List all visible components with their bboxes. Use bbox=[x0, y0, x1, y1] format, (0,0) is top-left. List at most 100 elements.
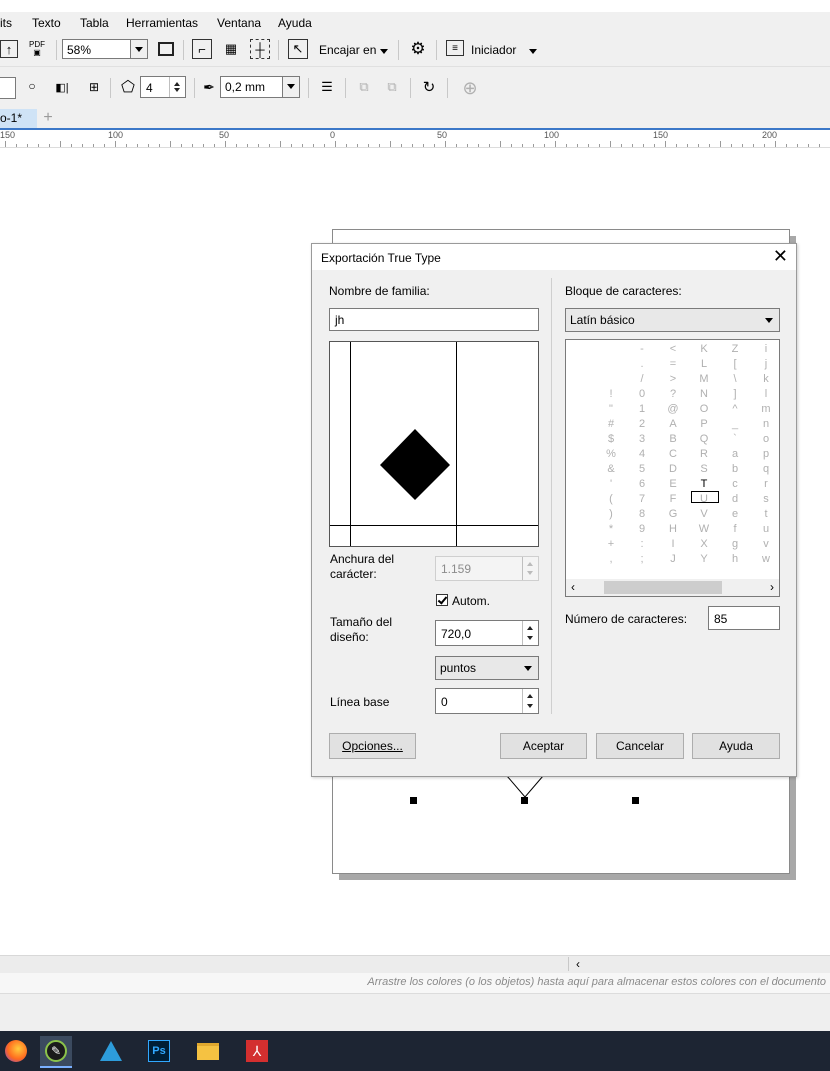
char-cell[interactable]: - bbox=[633, 342, 651, 357]
char-cell[interactable]: ! bbox=[602, 387, 620, 402]
scroll-left-icon[interactable]: ‹ bbox=[571, 580, 575, 594]
char-cell[interactable]: ( bbox=[602, 492, 620, 507]
menu-text[interactable]: Texto bbox=[32, 16, 61, 30]
add-icon[interactable]: ⊕ bbox=[460, 78, 480, 98]
char-cell[interactable]: V bbox=[695, 507, 713, 522]
baseline-spinner[interactable] bbox=[522, 689, 538, 713]
char-cell[interactable]: R bbox=[695, 447, 713, 462]
outline-width-combo[interactable]: 0,2 mm bbox=[220, 76, 300, 98]
horizontal-ruler[interactable]: 150 100 50 0 50 100 150 200 bbox=[0, 130, 830, 148]
character-grid[interactable]: ! " # $% & '() * +, -./0 1 2 3 4 5 6 7 8 9:; < = >? @ A B C D E F G H… bbox=[565, 339, 780, 597]
char-cell[interactable]: 3 bbox=[633, 432, 651, 447]
char-cell[interactable]: v bbox=[757, 537, 775, 552]
char-cell[interactable]: T bbox=[695, 477, 713, 492]
char-width-input[interactable]: 1.159 bbox=[435, 556, 539, 581]
chevron-down-icon[interactable] bbox=[529, 49, 537, 54]
palette-drop-area[interactable]: Arrastre los colores (o los objetos) has… bbox=[0, 973, 830, 993]
zoom-combo[interactable]: 58% bbox=[62, 39, 148, 59]
char-cell[interactable]: : bbox=[633, 537, 651, 552]
char-cell[interactable] bbox=[571, 477, 589, 492]
char-cell[interactable]: 5 bbox=[633, 462, 651, 477]
scroll-left-icon[interactable]: ‹ bbox=[568, 957, 587, 971]
char-cell[interactable]: P bbox=[695, 417, 713, 432]
file-explorer-icon[interactable] bbox=[192, 1036, 224, 1066]
char-cell[interactable] bbox=[571, 402, 589, 417]
char-cell[interactable]: N bbox=[695, 387, 713, 402]
char-cell[interactable]: B bbox=[664, 432, 682, 447]
menu-window[interactable]: Ventana bbox=[217, 16, 261, 30]
char-cell[interactable]: K bbox=[695, 342, 713, 357]
char-cell[interactable] bbox=[571, 507, 589, 522]
design-size-spinner[interactable] bbox=[522, 621, 538, 645]
char-cell[interactable]: w bbox=[757, 552, 775, 567]
cancel-button[interactable]: Cancelar bbox=[596, 733, 684, 759]
document-tab[interactable]: o-1* bbox=[0, 109, 37, 128]
polygon-sides-spinner[interactable] bbox=[169, 77, 185, 97]
ok-button[interactable]: Aceptar bbox=[500, 733, 587, 759]
export-icon[interactable]: ↑ bbox=[0, 40, 18, 58]
char-cell[interactable]: 4 bbox=[633, 447, 651, 462]
char-grid-scrollbar[interactable]: ‹ › bbox=[566, 579, 779, 596]
acrobat-icon[interactable]: ⅄ bbox=[241, 1036, 273, 1066]
chevron-down-icon[interactable] bbox=[282, 77, 299, 97]
char-width-spinner[interactable] bbox=[522, 557, 538, 580]
char-cell[interactable]: J bbox=[664, 552, 682, 567]
char-cell[interactable]: F bbox=[664, 492, 682, 507]
snap-to-label[interactable]: Encajar en bbox=[319, 43, 376, 57]
char-cell[interactable]: ` bbox=[726, 432, 744, 447]
launcher-icon[interactable]: ≡ bbox=[446, 40, 464, 56]
menu-tools[interactable]: Herramientas bbox=[126, 16, 198, 30]
char-cell[interactable] bbox=[571, 552, 589, 567]
auto-checkbox[interactable] bbox=[436, 594, 448, 606]
launcher-label[interactable]: Iniciador bbox=[471, 43, 516, 57]
char-cell[interactable]: I bbox=[664, 537, 682, 552]
char-cell[interactable] bbox=[571, 387, 589, 402]
char-cell[interactable]: , bbox=[602, 552, 620, 567]
char-cell[interactable]: i bbox=[757, 342, 775, 357]
close-icon[interactable]: ✕ bbox=[773, 246, 788, 267]
char-cell[interactable]: n bbox=[757, 417, 775, 432]
char-cell[interactable]: h bbox=[726, 552, 744, 567]
char-cell[interactable]: \ bbox=[726, 372, 744, 387]
baseline-input[interactable]: 0 bbox=[435, 688, 539, 714]
to-back-icon[interactable]: ⧉ bbox=[383, 79, 401, 95]
char-cell[interactable]: X bbox=[695, 537, 713, 552]
firefox-icon[interactable] bbox=[0, 1036, 32, 1066]
char-cell[interactable]: Q bbox=[695, 432, 713, 447]
num-chars-input[interactable]: 85 bbox=[708, 606, 780, 630]
char-cell[interactable]: c bbox=[726, 477, 744, 492]
char-cell[interactable]: t bbox=[757, 507, 775, 522]
scrollbar-thumb[interactable] bbox=[604, 581, 722, 594]
publish-pdf-icon[interactable]: PDF ▣ bbox=[26, 40, 48, 58]
char-cell[interactable]: $ bbox=[602, 432, 620, 447]
mirror-icon[interactable]: ◧| bbox=[52, 79, 72, 95]
rulers-icon[interactable]: ⌐ bbox=[192, 39, 212, 59]
char-cell[interactable]: A bbox=[664, 417, 682, 432]
char-cell[interactable] bbox=[571, 417, 589, 432]
char-cell[interactable]: * bbox=[602, 522, 620, 537]
char-cell[interactable]: a bbox=[726, 447, 744, 462]
char-cell[interactable]: ? bbox=[664, 387, 682, 402]
menu-effects[interactable]: its bbox=[0, 16, 12, 30]
char-cell[interactable]: W bbox=[695, 522, 713, 537]
char-cell[interactable]: M bbox=[695, 372, 713, 387]
auto-checkbox-label[interactable]: Autom. bbox=[452, 594, 490, 608]
guidelines-icon[interactable]: ┼ bbox=[250, 39, 270, 59]
char-cell[interactable]: L bbox=[695, 357, 713, 372]
options-button[interactable]: Opciones... bbox=[329, 733, 416, 759]
char-cell[interactable]: Y bbox=[695, 552, 713, 567]
char-cell[interactable] bbox=[602, 342, 620, 357]
char-cell[interactable]: # bbox=[602, 417, 620, 432]
chevron-down-icon[interactable] bbox=[380, 49, 388, 54]
char-cell[interactable]: & bbox=[602, 462, 620, 477]
char-cell[interactable]: / bbox=[633, 372, 651, 387]
char-cell[interactable]: H bbox=[664, 522, 682, 537]
char-cell[interactable]: @ bbox=[664, 402, 682, 417]
char-cell[interactable]: > bbox=[664, 372, 682, 387]
char-cell[interactable]: 8 bbox=[633, 507, 651, 522]
char-cell[interactable]: 0 bbox=[633, 387, 651, 402]
char-cell[interactable] bbox=[571, 432, 589, 447]
scroll-right-icon[interactable]: › bbox=[770, 580, 774, 594]
char-cell[interactable]: 2 bbox=[633, 417, 651, 432]
polygon-sides-field[interactable]: 4 bbox=[140, 76, 186, 98]
